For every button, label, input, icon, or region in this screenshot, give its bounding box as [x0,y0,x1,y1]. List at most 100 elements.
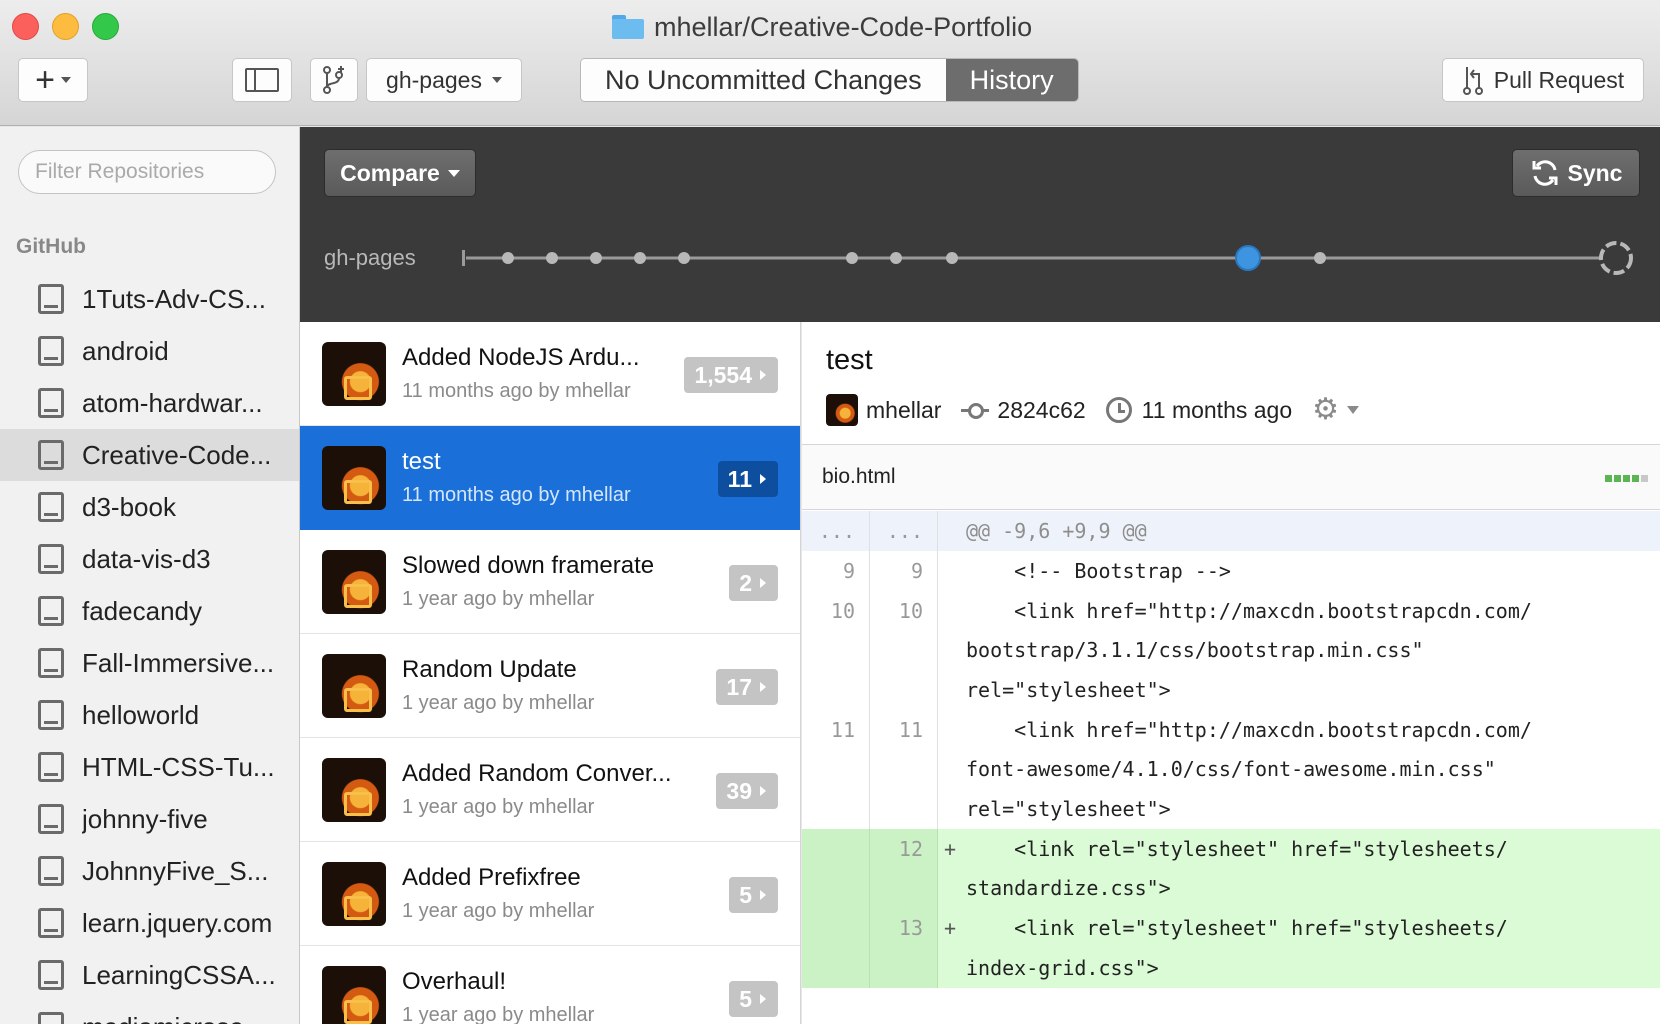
filter-repositories-input[interactable]: Filter Repositories [18,150,276,194]
commit-meta: 1 year ago by mhellar [402,900,595,922]
gear-icon[interactable]: ⚙ [1312,395,1339,425]
old-line-number [802,947,870,988]
commit-meta: 1 year ago by mhellar [402,692,595,714]
commit-meta: 11 months ago by mhellar [402,380,631,402]
timeline-commit-dot[interactable] [634,252,646,264]
sidebar-item-repo[interactable]: d3-book [0,481,299,533]
commit-file-count-badge[interactable]: 1,554 [684,357,778,393]
old-line-number [802,908,870,948]
tab-history[interactable]: History [945,59,1078,101]
author-avatar [322,758,386,822]
diff-code: standardize.css"> [966,876,1171,901]
pull-request-icon [1462,67,1483,95]
commit-title: Random Update [402,656,577,683]
commit-file-count-badge[interactable]: 2 [729,565,778,601]
commit-file-count-badge[interactable]: 5 [729,877,778,913]
repo-label: android [82,335,169,366]
diff-file-header[interactable]: bio.html [802,444,1660,510]
sidebar-item-repo[interactable]: helloworld [0,689,299,741]
new-line-number: 11 [870,709,938,750]
commit-detail-meta: mhellar 2824c62 11 months ago ⚙ [826,392,1360,428]
commit-item[interactable]: Added Random Conver... 1 year ago by mhe… [300,738,800,842]
old-line-number [802,868,870,909]
commit-item[interactable]: Added NodeJS Ardu... 11 months ago by mh… [300,322,800,426]
commit-file-count-badge[interactable]: 5 [729,981,778,1017]
diff-code: <link rel="stylesheet" href="stylesheets… [966,836,1508,861]
repo-icon [38,1012,64,1024]
toggle-sidebar-button[interactable] [232,58,292,102]
repo-label: d3-book [82,491,176,522]
commit-file-count-badge[interactable]: 39 [716,773,778,809]
chevron-right-icon [760,682,766,692]
commit-meta: 11 months ago by mhellar [402,484,631,506]
sidebar-item-repo[interactable]: data-vis-d3 [0,533,299,585]
timeline-commit-dot[interactable] [590,252,602,264]
sidebar-item-repo[interactable]: Fall-Immersive... [0,637,299,689]
commit-time: 11 months ago [1141,396,1293,423]
diff-code: rel="stylesheet"> [966,796,1171,821]
timeline-commit-dot[interactable] [678,252,690,264]
branch-selector-label: gh-pages [386,66,482,93]
commit-icon [961,403,990,419]
timeline-commit-dot[interactable] [890,252,902,264]
sidebar-item-repo[interactable]: johnny-five [0,793,299,845]
diff-code: rel="stylesheet"> [966,677,1171,702]
folder-icon [612,15,644,39]
timeline-commit-dot[interactable] [546,252,558,264]
sidebar-item-repo[interactable]: HTML-CSS-Tu... [0,741,299,793]
commit-author[interactable]: mhellar [866,397,941,424]
commit-item-selected[interactable]: test 11 months ago by mhellar 11 [300,426,800,530]
chevron-down-icon [60,77,71,83]
sidebar-item-repo[interactable]: android [0,325,299,377]
new-line-number [870,630,938,671]
timeline-commit-dot[interactable] [502,252,514,264]
commit-detail-panel: test mhellar 2824c62 11 months ago ⚙ bio… [802,322,1660,1024]
diff-sign: + [944,916,957,941]
commit-sha[interactable]: 2824c62 [997,397,1085,424]
timeline-head-marker[interactable] [1599,241,1633,275]
sidebar-item-repo[interactable]: LearningCSSA... [0,949,299,1001]
old-line-number [802,749,870,790]
new-line-number: 12 [870,828,938,869]
repo-label: LearningCSSA... [82,959,276,990]
diff-code: bootstrap/3.1.1/css/bootstrap.min.css" [966,638,1424,663]
timeline-selected-commit[interactable] [1235,245,1261,271]
commit-file-count-badge[interactable]: 17 [716,669,778,705]
sidebar-item-repo[interactable]: atom-hardwar... [0,377,299,429]
commit-meta: 1 year ago by mhellar [402,796,595,818]
repo-label: data-vis-d3 [82,543,211,574]
sidebar-item-repo-selected[interactable]: Creative-Code... [0,429,299,481]
timeline-commit-dot[interactable] [846,252,858,264]
sidebar-section-github: GitHub [16,235,86,258]
old-line-number: ... [802,511,870,551]
commit-file-count-badge[interactable]: 11 [717,461,778,497]
pull-request-label: Pull Request [1493,66,1625,93]
tab-uncommitted-changes[interactable]: No Uncommitted Changes [581,59,946,101]
commit-item[interactable]: Overhaul! 1 year ago by mhellar 5 [300,946,800,1024]
minimize-window-button[interactable] [52,13,79,40]
branch-selector[interactable]: gh-pages [366,58,522,102]
timeline-commit-dot[interactable] [1314,252,1326,264]
diffstat-block [1641,475,1648,482]
pull-request-button[interactable]: Pull Request [1442,58,1644,102]
sidebar-item-repo[interactable]: mediamicrose... [0,1001,299,1024]
commit-item[interactable]: Random Update 1 year ago by mhellar 17 [300,634,800,738]
plus-icon: + [35,61,55,99]
count-label: 17 [726,673,752,700]
commit-item[interactable]: Slowed down framerate 1 year ago by mhel… [300,530,800,634]
repo-icon [38,908,64,938]
close-window-button[interactable] [12,13,39,40]
zoom-window-button[interactable] [92,13,119,40]
commit-item[interactable]: Added Prefixfree 1 year ago by mhellar 5 [300,842,800,946]
sidebar-item-repo[interactable]: learn.jquery.com [0,897,299,949]
new-line-number: 9 [870,551,938,591]
create-branch-button[interactable] [310,58,358,102]
timeline-commit-dot[interactable] [946,252,958,264]
repo-label: johnny-five [82,803,208,834]
add-repository-button[interactable]: + [18,58,88,102]
sidebar-item-repo[interactable]: JohnnyFive_S... [0,845,299,897]
sidebar-item-repo[interactable]: fadecandy [0,585,299,637]
commit-title: Overhaul! [402,968,507,995]
chevron-down-icon[interactable] [1347,406,1360,414]
sidebar-item-repo[interactable]: 1Tuts-Adv-CS... [0,273,299,325]
